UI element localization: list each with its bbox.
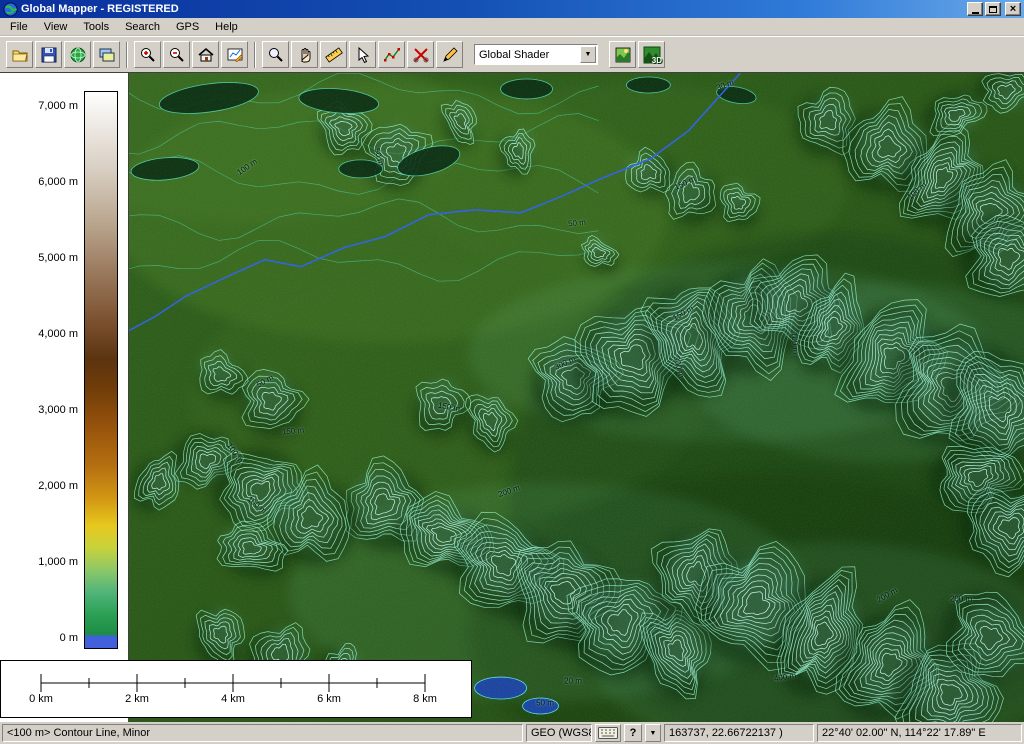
keyboard-icon (598, 727, 618, 739)
zoom-out-icon (168, 46, 186, 64)
toolbar: Global Shader ▼ 3D (0, 36, 1024, 72)
zoom-in-button[interactable] (134, 41, 161, 68)
3d-view-button[interactable]: 3D (638, 41, 665, 68)
texture-map-button[interactable] (609, 41, 636, 68)
ruler-icon (325, 46, 343, 64)
globe-icon (69, 46, 87, 64)
cut-tool-button[interactable] (407, 41, 434, 68)
menu-search[interactable]: Search (117, 19, 168, 35)
status-map-coords: 163737, 22.66722137 ) (664, 724, 814, 742)
status-geo-coords: 22°40' 02.00" N, 114°22' 17.89" E (817, 724, 1022, 742)
legend-label: 1,000 m (38, 556, 78, 568)
combo-dropdown-icon[interactable]: ▼ (580, 46, 596, 63)
pen-icon (441, 46, 459, 64)
status-dropdown-icon[interactable]: ▼ (645, 724, 661, 742)
texture-image-icon (614, 46, 632, 64)
hand-icon (296, 46, 314, 64)
scale-label: 8 km (401, 693, 449, 705)
menu-bar: FileViewToolsSearchGPSHelp (0, 18, 1024, 36)
terrain-map (129, 73, 1024, 722)
shader-value: Global Shader (475, 49, 580, 61)
download-imagery-button[interactable] (64, 41, 91, 68)
scale-ticks (1, 661, 471, 717)
legend-label: 7,000 m (38, 100, 78, 112)
zoom-out-button[interactable] (163, 41, 190, 68)
legend-label: 3,000 m (38, 404, 78, 416)
scale-label: 2 km (113, 693, 161, 705)
maximize-button[interactable] (985, 2, 1001, 16)
menu-gps[interactable]: GPS (168, 19, 207, 35)
toolbar-separator (254, 42, 256, 68)
save-button[interactable] (35, 41, 62, 68)
save-floppy-icon (40, 46, 58, 64)
legend-label: 6,000 m (38, 176, 78, 188)
pan-tool-button[interactable] (291, 41, 318, 68)
layers-icon (98, 46, 116, 64)
window-title: Global Mapper - REGISTERED (21, 3, 967, 15)
minimize-button[interactable] (967, 2, 983, 16)
zoom-in-icon (139, 46, 157, 64)
maximize-icon (989, 6, 997, 13)
3d-label: 3D (652, 56, 662, 65)
status-projection: GEO (WGS8 (526, 724, 592, 742)
chart-pencil-icon (226, 46, 244, 64)
cursor-arrow-icon (354, 46, 372, 64)
elevation-gradient-bar (84, 91, 118, 649)
minimize-icon (972, 12, 979, 14)
open-folder-icon (11, 46, 29, 64)
measure-tool-button[interactable] (320, 41, 347, 68)
menu-tools[interactable]: Tools (75, 19, 117, 35)
menu-view[interactable]: View (36, 19, 76, 35)
scale-label: 6 km (305, 693, 353, 705)
legend-label: 4,000 m (38, 328, 78, 340)
help-button[interactable]: ? (624, 724, 642, 742)
scale-label: 0 km (17, 693, 65, 705)
scale-bar: 0 km 2 km 4 km 6 km 8 km (0, 660, 472, 718)
status-bar: <100 m> Contour Line, Minor GEO (WGS8 ? … (0, 722, 1024, 744)
open-button[interactable] (6, 41, 33, 68)
overlay-control-center-button[interactable] (93, 41, 120, 68)
app-window: Global Mapper - REGISTERED × FileViewToo… (0, 0, 1024, 744)
magnifier-icon (267, 46, 285, 64)
menu-file[interactable]: File (2, 19, 36, 35)
path-profile-icon (383, 46, 401, 64)
main-area: 7,000 m 6,000 m 5,000 m 4,000 m 3,000 m 2,000… (0, 72, 1024, 722)
title-bar: Global Mapper - REGISTERED × (0, 0, 1024, 18)
profile-chart-button[interactable] (221, 41, 248, 68)
home-view-button[interactable] (192, 41, 219, 68)
path-profile-tool-button[interactable] (378, 41, 405, 68)
shader-select[interactable]: Global Shader ▼ (474, 44, 598, 65)
home-icon (197, 46, 215, 64)
toolbar-separator (126, 42, 128, 68)
window-controls: × (967, 2, 1021, 16)
map-view[interactable]: 30 m100 m50 m50 m150 m100 m50 m150 m100 … (128, 72, 1024, 722)
legend-label: 0 m (60, 632, 78, 644)
menu-help[interactable]: Help (207, 19, 246, 35)
app-globe-icon (3, 2, 18, 17)
legend-label: 5,000 m (38, 252, 78, 264)
elevation-legend: 7,000 m 6,000 m 5,000 m 4,000 m 3,000 m 2,000… (0, 72, 128, 722)
scale-label: 4 km (209, 693, 257, 705)
close-button[interactable]: × (1005, 2, 1021, 16)
select-tool-button[interactable] (349, 41, 376, 68)
scissors-icon (412, 46, 430, 64)
zoom-tool-button[interactable] (262, 41, 289, 68)
digitizer-tool-button[interactable] (436, 41, 463, 68)
status-message: <100 m> Contour Line, Minor (2, 724, 523, 742)
keyboard-button[interactable] (595, 724, 621, 742)
legend-label: 2,000 m (38, 480, 78, 492)
